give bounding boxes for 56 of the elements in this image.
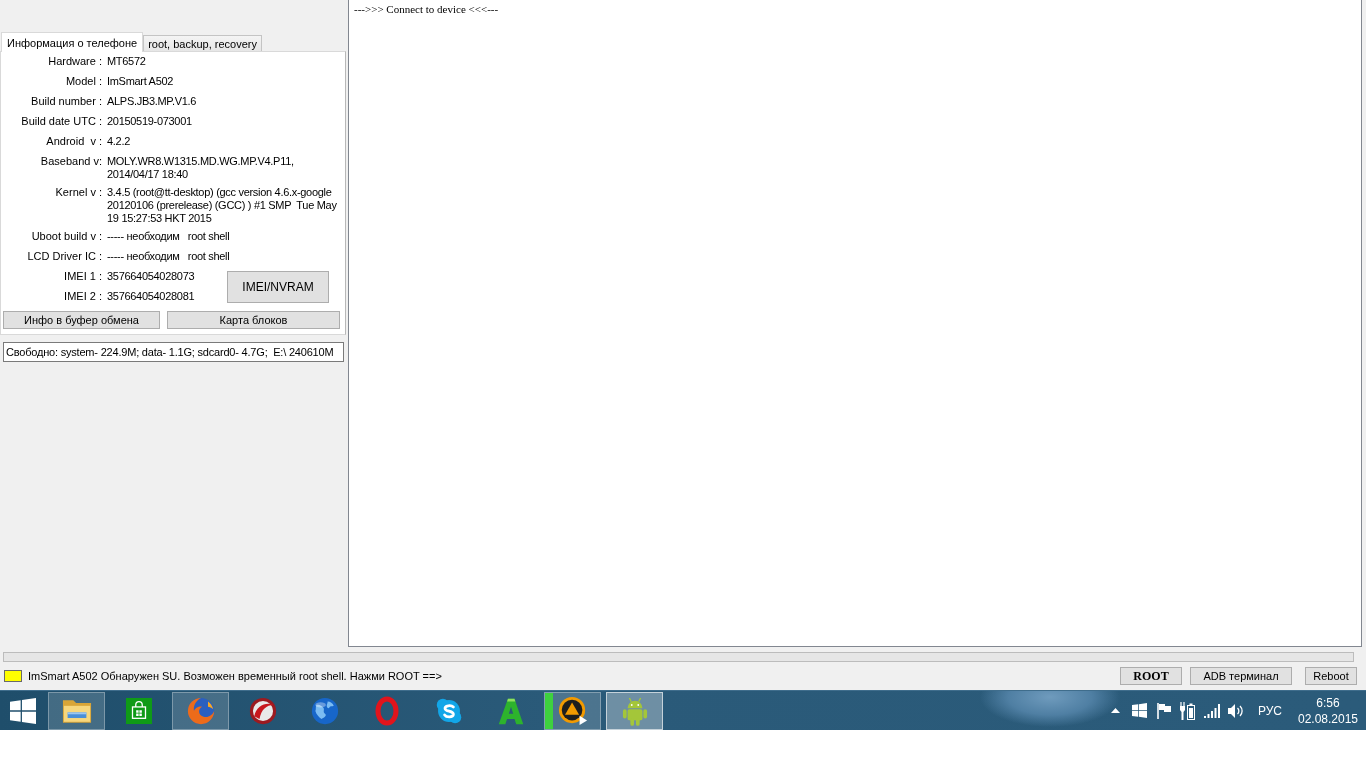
field-value: ImSmart A502 (107, 75, 175, 89)
clock[interactable]: 6:56 02.08.2015 (1290, 694, 1366, 727)
globe-icon (310, 696, 339, 725)
field-label: Android v : (45, 135, 102, 149)
caret-up-icon (1111, 708, 1121, 713)
shopping-bag-icon (125, 697, 152, 724)
field-value: 20150519-073001 (107, 115, 193, 129)
swoosh-ring-icon (248, 696, 277, 725)
field-label: LCD Driver IC : (26, 250, 102, 264)
windows-logo-icon (1132, 703, 1148, 718)
field-value: ALPS.JB3.MP.V1.6 (107, 95, 198, 109)
field-label: IMEI 1 : (63, 270, 102, 284)
field-value: 357664054028081 (107, 290, 196, 304)
tab[interactable]: root, backup, recovery (143, 35, 262, 51)
s-cloud-icon (434, 696, 463, 725)
speaker-icon (1227, 702, 1244, 719)
panel-button[interactable]: Инфо в буфер обмена (3, 311, 160, 329)
field-label: Build number : (30, 95, 102, 109)
imei-nvram-button[interactable]: IMEI/NVRAM (227, 271, 329, 303)
taskbar-app-button[interactable] (48, 691, 105, 730)
folder-icon (61, 697, 92, 724)
free-space-field[interactable]: Свободно: system- 224.9M; data- 1.1G; sdcard0- 4.7G; E:\ 240610M (3, 342, 344, 362)
console-line: --->>> Connect to device <<<--- (354, 3, 500, 16)
field-label: Build date UTC : (20, 115, 102, 129)
field-value: 3.4.5 (root@tt-desktop) (gcc version 4.6.x-google 20120106 (prerelease) (GCC) ) #1 SMP Tue May 19 15:27:53 HKT 2015 (107, 186, 338, 225)
field-value: ----- необходим root shell (107, 230, 231, 244)
field-value: 4.2.2 (107, 135, 131, 149)
status-message: ImSmart A502 Обнаружен SU. Возможен временный root shell. Нажми ROOT ==> (28, 670, 442, 682)
field-value: MT6572 (107, 55, 147, 69)
field-label: Baseband v: (39, 155, 102, 169)
panel-button[interactable]: Карта блоков (167, 311, 340, 329)
field-label: Uboot build v : (30, 230, 102, 244)
signal-bars-icon (1203, 703, 1220, 718)
triangle-disc-icon (557, 695, 588, 726)
robot-icon (621, 695, 648, 726)
field-label: IMEI 2 : (63, 290, 102, 304)
windows-logo-icon (10, 697, 36, 724)
action-button[interactable]: ROOT (1120, 667, 1182, 685)
o-ring-icon (374, 695, 399, 726)
field-label: Hardware : (47, 55, 102, 69)
language-indicator[interactable]: РУС (1257, 703, 1282, 718)
battery-plug-icon (1180, 701, 1196, 720)
clock-date: 02.08.2015 (1297, 710, 1359, 727)
action-button[interactable]: ADB терминал (1190, 667, 1292, 685)
taskbar-app-button[interactable] (544, 691, 601, 730)
field-value: 357664054028073 (107, 270, 196, 284)
field-value: ----- необходим root shell (107, 250, 231, 264)
flag-icon (1156, 702, 1171, 719)
action-button[interactable]: Reboot (1305, 667, 1357, 685)
taskbar-app-button[interactable] (606, 691, 663, 730)
field-label: Kernel v : (54, 186, 102, 200)
fox-globe-icon (186, 696, 215, 725)
clock-time: 6:56 (1316, 694, 1340, 711)
tab[interactable]: Информация о телефоне (1, 32, 144, 52)
field-value: MOLY.WR8.W1315.MD.WG.MP.V4.P11, 2014/04/17 18:40 (107, 155, 295, 181)
field-label: Model : (64, 75, 102, 89)
